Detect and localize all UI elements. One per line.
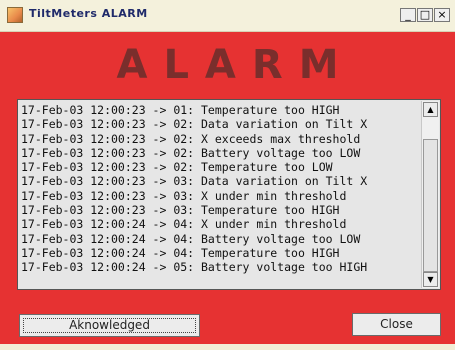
alarm-window: TiltMeters ALARM _ □ × ALARM 17-Feb-03 1… [0, 0, 455, 350]
app-icon [7, 7, 23, 23]
alarm-log-list[interactable]: 17-Feb-03 12:00:23 -> 01: Temperature to… [17, 99, 441, 290]
log-entry[interactable]: 17-Feb-03 12:00:23 -> 01: Temperature to… [21, 103, 420, 117]
title-bar[interactable]: TiltMeters ALARM _ □ × [0, 0, 455, 32]
acknowledged-button[interactable]: Aknowledged [19, 314, 200, 337]
scroll-down-arrow-icon[interactable]: ▼ [423, 272, 438, 287]
log-entry[interactable]: 17-Feb-03 12:00:23 -> 02: Battery voltag… [21, 146, 420, 160]
scroll-up-arrow-icon[interactable]: ▲ [423, 102, 438, 117]
log-lines: 17-Feb-03 12:00:23 -> 01: Temperature to… [21, 103, 420, 275]
window-title: TiltMeters ALARM [29, 7, 148, 20]
log-entry[interactable]: 17-Feb-03 12:00:23 -> 02: X exceeds max … [21, 132, 420, 146]
log-entry[interactable]: 17-Feb-03 12:00:23 -> 03: Temperature to… [21, 203, 420, 217]
log-entry[interactable]: 17-Feb-03 12:00:24 -> 04: Temperature to… [21, 246, 420, 260]
log-entry[interactable]: 17-Feb-03 12:00:23 -> 03: Data variation… [21, 174, 420, 188]
log-entry[interactable]: 17-Feb-03 12:00:24 -> 04: Battery voltag… [21, 232, 420, 246]
log-entry[interactable]: 17-Feb-03 12:00:23 -> 02: Data variation… [21, 117, 420, 131]
scroll-thumb[interactable] [423, 139, 438, 272]
close-button[interactable]: Close [352, 313, 441, 336]
log-entry[interactable]: 17-Feb-03 12:00:23 -> 03: X under min th… [21, 189, 420, 203]
maximize-button[interactable]: □ [417, 8, 433, 22]
log-entry[interactable]: 17-Feb-03 12:00:24 -> 04: X under min th… [21, 217, 420, 231]
alarm-heading: ALARM [116, 42, 355, 88]
bottom-strip [0, 344, 455, 350]
log-scrollbar[interactable]: ▲ ▼ [421, 101, 439, 288]
focus-outline [23, 318, 196, 333]
minimize-button[interactable]: _ [400, 8, 416, 22]
close-window-button[interactable]: × [434, 8, 450, 22]
log-entry[interactable]: 17-Feb-03 12:00:23 -> 02: Temperature to… [21, 160, 420, 174]
log-entry[interactable]: 17-Feb-03 12:00:24 -> 05: Battery voltag… [21, 260, 420, 274]
